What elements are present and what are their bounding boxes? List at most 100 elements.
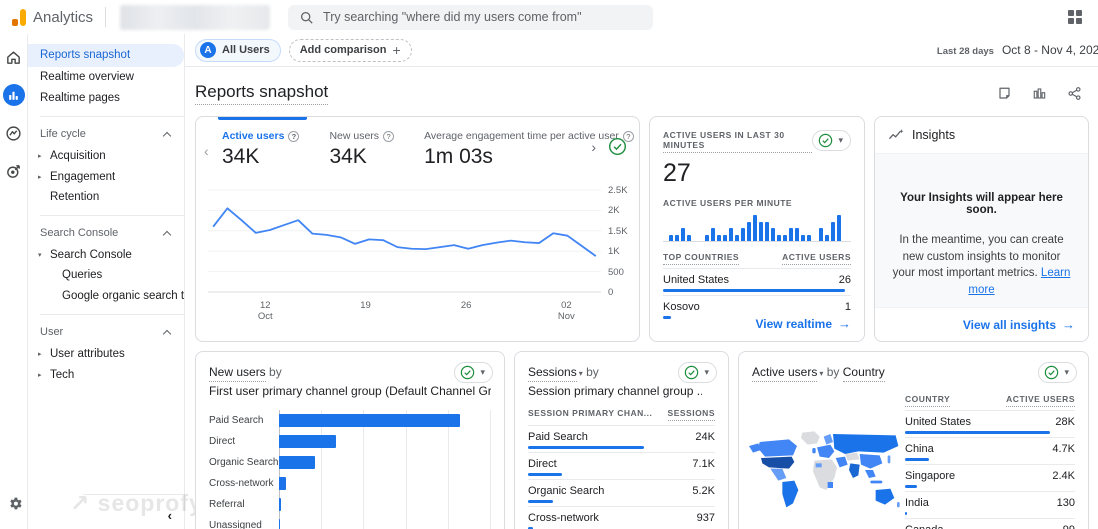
realtime-minute-bar [753,215,757,241]
sidebar-section-life-cycle[interactable]: Life cycle [28,119,184,145]
card-metric-title[interactable]: Sessions ▾ [528,365,583,382]
realtime-bars [663,213,851,242]
app-name: Analytics [33,8,94,26]
help-icon[interactable]: ? [383,130,395,142]
sidebar-item-realtime-overview[interactable]: Realtime overview [28,67,184,88]
table-row[interactable]: United States 26 [663,268,851,295]
account-switcher-redacted[interactable] [120,4,271,30]
table-row[interactable]: China 4.7K [905,436,1075,464]
sidebar-section-user[interactable]: User [28,317,184,343]
hbar-bar[interactable] [279,456,316,470]
date-range-picker[interactable]: Last 28 days Oct 8 - Nov 4, 2024 [937,43,1098,57]
sidebar-item-retention[interactable]: Retention [28,187,184,208]
sidebar-item-search-console[interactable]: ▾ Search Console [28,244,184,265]
y-axis-tick-label: 1K [608,246,620,258]
apps-grid-icon[interactable] [1068,10,1082,24]
realtime-minute-bar [765,221,769,241]
search-input[interactable]: Try searching "where did my users come f… [288,4,654,30]
realtime-check-dropdown[interactable]: ▾ [812,130,851,151]
sidebar-item-realtime-pages[interactable]: Realtime pages [28,88,184,109]
admin-gear-icon[interactable] [5,493,27,515]
card-dimension-title[interactable]: Country [842,365,885,382]
hbar-category-label: Direct [209,436,236,448]
search-placeholder: Try searching "where did my users come f… [323,10,582,24]
sidebar-item-engagement[interactable]: ▸ Engagement [28,166,184,187]
reports-icon[interactable] [2,84,25,106]
data-quality-check-icon[interactable] [608,137,627,156]
share-icon[interactable] [1067,86,1082,101]
tabs-scroll-right-icon[interactable]: › [591,139,596,155]
table-row[interactable]: Paid Search 24K [528,425,715,452]
hbar-category-label: Unassigned [209,520,262,529]
tab-active-users[interactable]: Active users? 34K [217,117,308,169]
expand-triangle-icon: ▸ [38,350,42,358]
sidebar-section-search-console[interactable]: Search Console [28,218,184,244]
world-map [745,388,905,529]
sidebar-item-acquisition[interactable]: ▸ Acquisition [28,145,184,166]
sidebar-item-reports-snapshot[interactable]: Reports snapshot [28,44,184,67]
realtime-minute-bar [825,234,829,241]
table-row[interactable]: Direct 7.1K [528,452,715,479]
row-value-bar [905,484,918,488]
card-metric-title[interactable]: Active users ▾ [752,365,823,382]
chevron-up-icon [162,230,172,239]
table-row[interactable]: Cross-network 937 [528,506,715,529]
help-icon[interactable]: ? [288,130,300,142]
add-comparison-pill[interactable]: Add comparison + [288,38,412,62]
insights-card: Insights Your Insights will appear here … [874,116,1089,342]
realtime-minute-bar [801,234,805,241]
feedback-icon[interactable] [997,86,1012,101]
tab-new-users[interactable]: New users? 34K [329,130,395,169]
view-realtime-link[interactable]: View realtime → [755,316,851,331]
table-row[interactable]: Canada 99 [905,517,1075,529]
metric-label: New users [329,130,380,142]
card-check-dropdown[interactable]: ▾ [1038,362,1077,383]
table-row[interactable]: Singapore 2.4K [905,463,1075,491]
collapse-triangle-icon: ▾ [38,251,42,259]
row-value-bar [905,511,908,515]
per-minute-label: ACTIVE USERS PER MINUTE [663,198,793,208]
card-dimension-title[interactable]: Session primary channel group ...▾ [528,382,702,401]
table-row[interactable]: India 130 [905,490,1075,518]
explore-icon[interactable] [3,122,25,144]
hbar-bar[interactable] [279,414,461,428]
realtime-minute-bar [831,221,835,241]
report-title-row: Reports snapshot [185,67,1098,114]
check-circle-icon [1045,365,1059,380]
sessions-rows: Paid Search 24K Direct 7.1K Organic Search 5.… [528,425,715,529]
card-check-dropdown[interactable]: ▾ [454,362,493,383]
all-users-pill[interactable]: A All Users [195,38,281,62]
row-value: 937 [696,512,715,525]
sidebar-divider [40,116,184,117]
row-label: Cross-network [528,512,599,525]
tabs-scroll-left-icon[interactable]: ‹ [204,143,209,159]
hbar-bar[interactable] [279,477,286,491]
hbar-bar[interactable] [279,435,337,449]
hbar-gridline [279,410,280,529]
table-row[interactable]: United States 28K [905,409,1075,437]
row-value: 1 [844,301,851,313]
row-value: 7.1K [692,458,715,471]
customize-report-icon[interactable] [1032,86,1047,101]
sidebar-item-queries[interactable]: Queries [28,265,184,286]
sidebar-item-user-attributes[interactable]: ▸ User attributes [28,343,184,364]
view-all-insights-link[interactable]: View all insights → [963,317,1075,332]
all-users-label: All Users [222,44,270,56]
hbar-bar[interactable] [279,519,280,529]
card-check-dropdown[interactable]: ▾ [678,362,717,383]
advertising-icon[interactable] [3,160,25,182]
sidebar-item-google-organic-search[interactable]: Google organic search traf... [28,286,184,307]
realtime-minute-bar [777,234,781,241]
expand-triangle-icon: ▸ [38,173,42,181]
card-dimension-title[interactable]: First user primary channel group (Defaul… [209,382,491,401]
hbar-bar[interactable] [279,498,281,512]
add-comparison-label: Add comparison [299,44,387,56]
sidebar-item-tech[interactable]: ▸ Tech [28,364,184,385]
collapse-sidebar-icon[interactable]: ‹ [168,508,172,523]
line-chart-y-axis: 0 500 1K 1.5K 2K 2.5K [601,183,633,298]
check-circle-icon [461,365,475,380]
home-icon[interactable] [3,46,25,68]
table-row[interactable]: Organic Search 5.2K [528,479,715,506]
realtime-minute-bar [675,234,679,241]
x-axis-tick-label: 12 Oct [257,300,273,323]
